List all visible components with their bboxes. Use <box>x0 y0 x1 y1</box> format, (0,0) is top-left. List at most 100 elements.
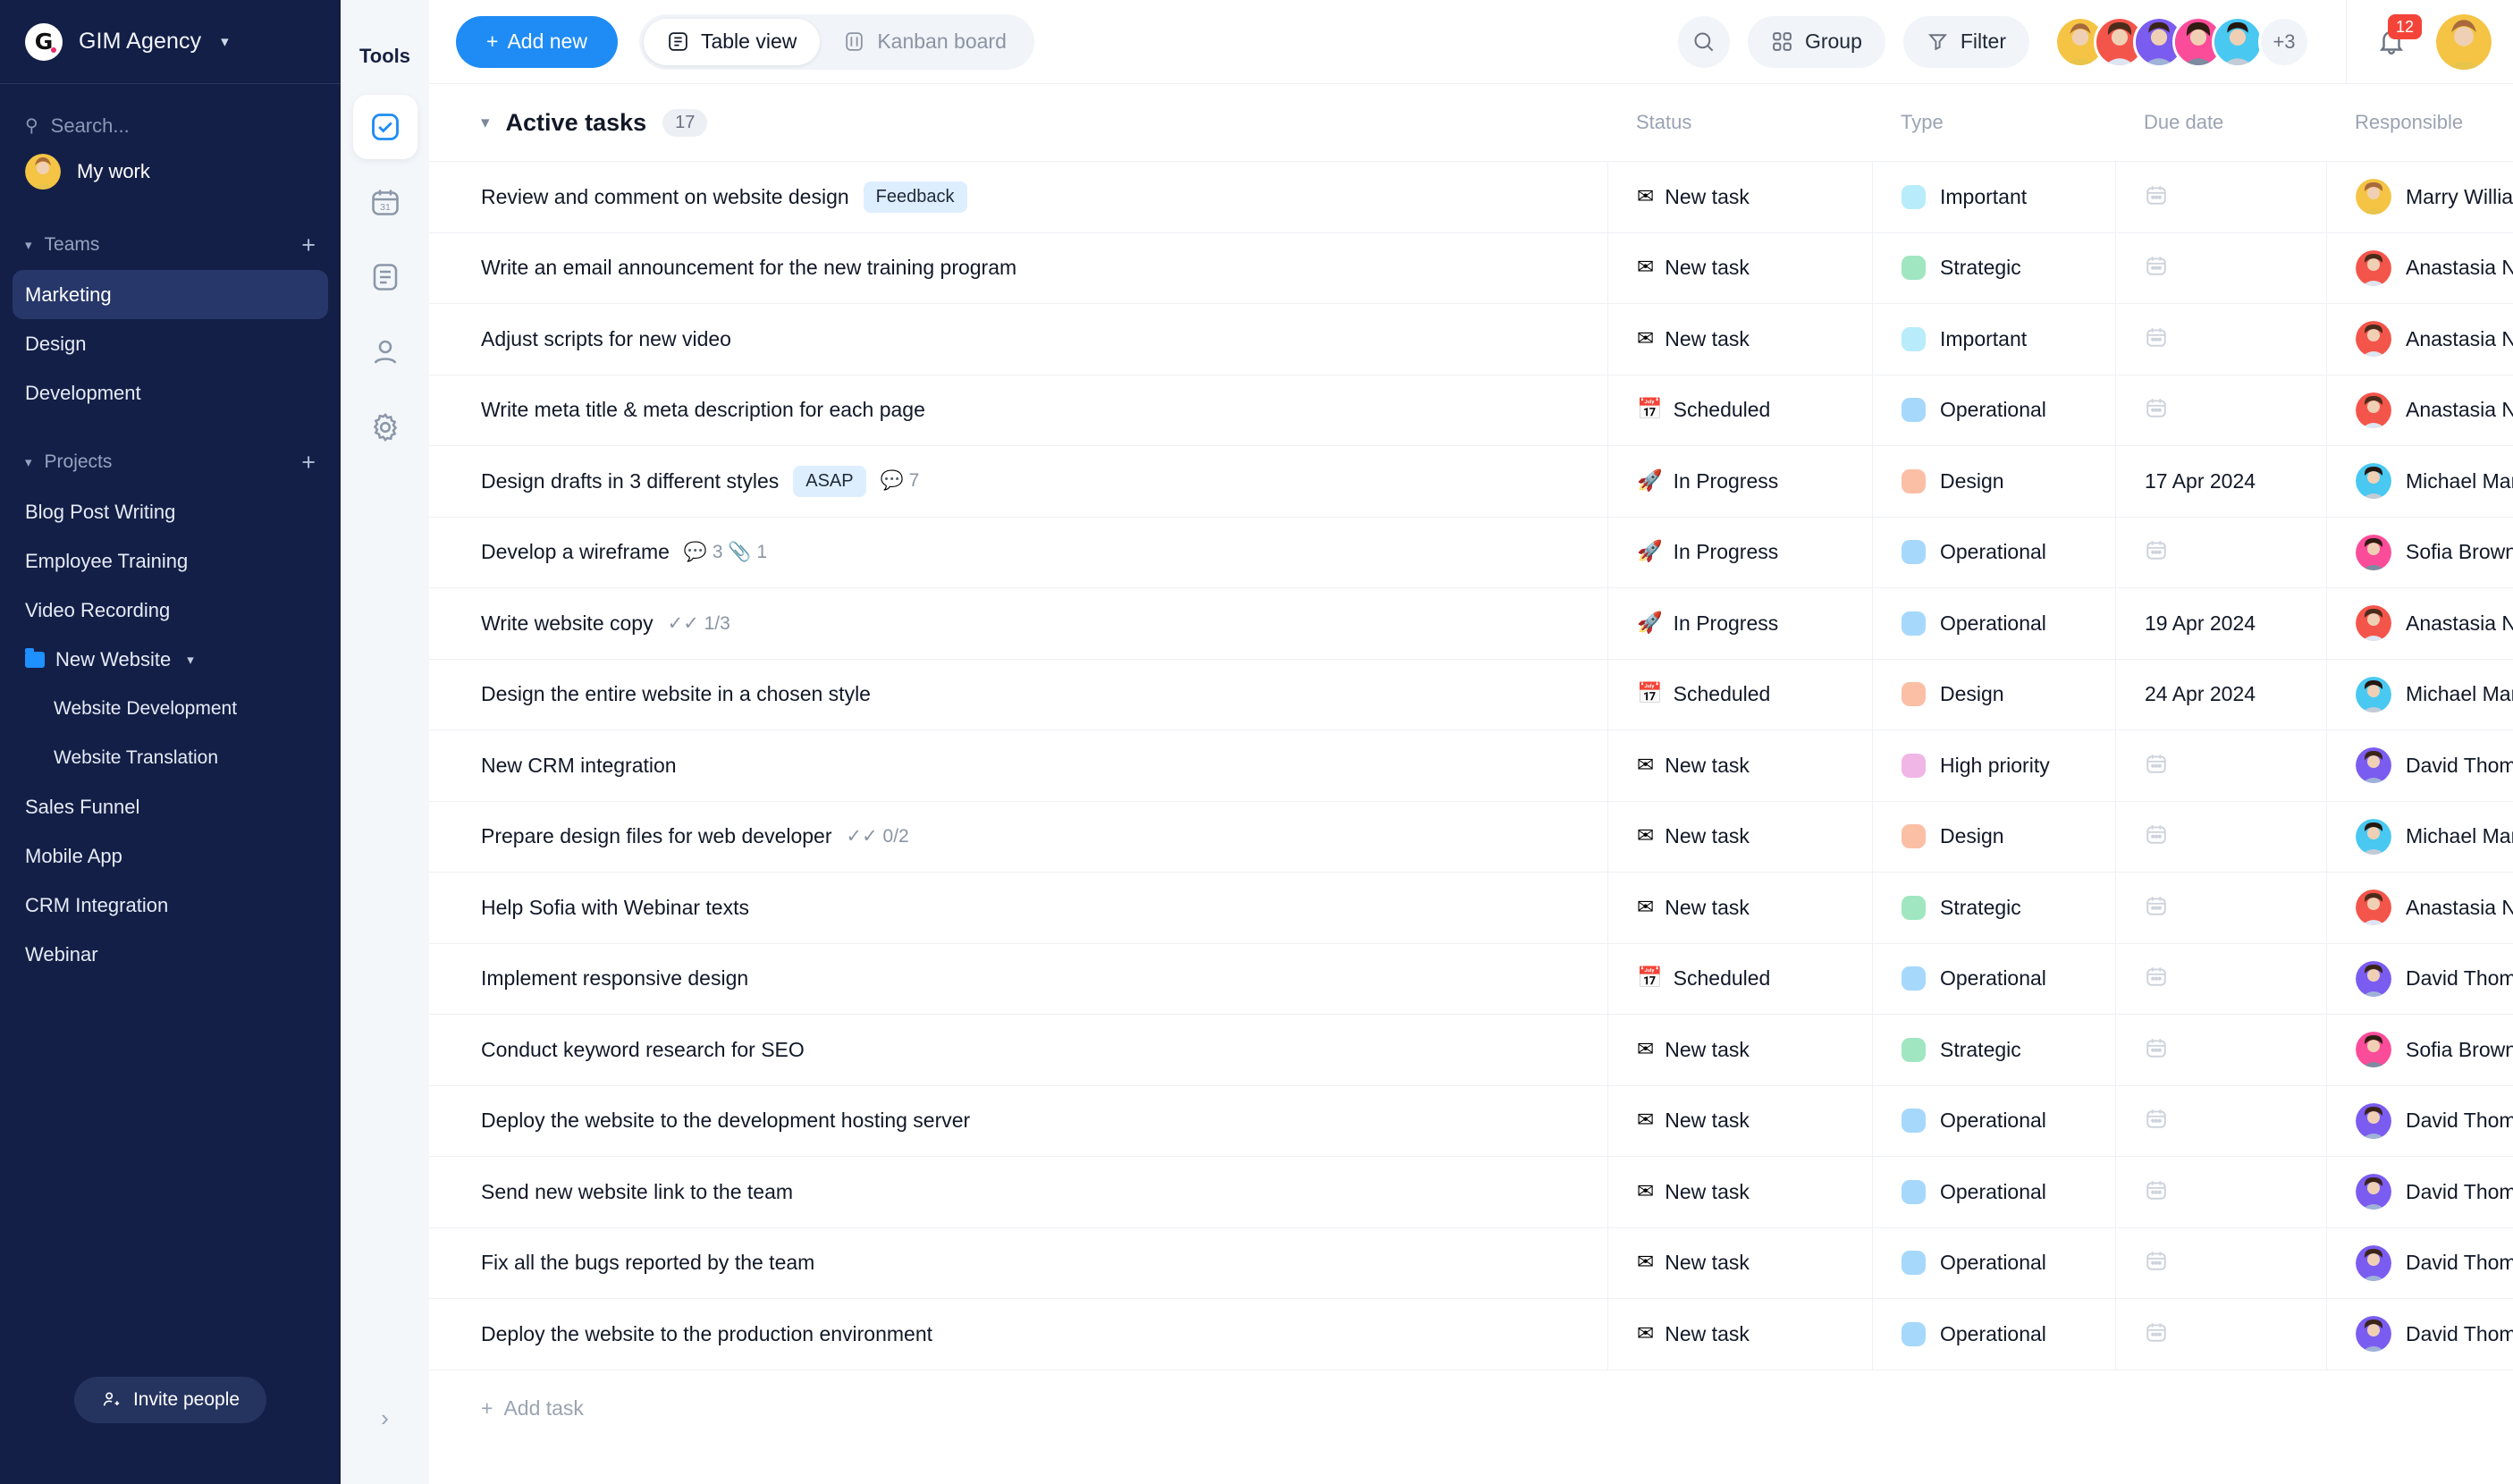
cell-due-date[interactable] <box>2115 1157 2326 1227</box>
cell-task[interactable]: Design drafts in 3 different styles ASAP 💬… <box>429 465 1607 497</box>
cell-type[interactable]: Operational <box>1872 1299 2115 1370</box>
cell-responsible[interactable]: Anastasia Novak <box>2326 873 2513 943</box>
sidebar-search[interactable]: ⚲ Search... <box>0 84 341 141</box>
sidebar-item-my-work[interactable]: My work <box>0 143 341 200</box>
cell-type[interactable]: High priority <box>1872 730 2115 801</box>
cell-responsible[interactable]: David Thomas <box>2326 730 2513 801</box>
filter-button[interactable]: Filter <box>1902 15 2029 68</box>
sidebar-item-employee-training[interactable]: Employee Training <box>13 536 328 586</box>
sidebar-item-marketing[interactable]: Marketing <box>13 270 328 319</box>
cell-responsible[interactable]: David Thomas <box>2326 1227 2513 1298</box>
cell-responsible[interactable]: Sofia Brown <box>2326 1015 2513 1085</box>
notifications-button[interactable]: 12 <box>2365 13 2422 57</box>
sidebar-item-crm-integration[interactable]: CRM Integration <box>13 881 328 930</box>
column-header-type[interactable]: Type <box>1872 84 2115 161</box>
cell-due-date[interactable] <box>2115 730 2326 801</box>
due-date-empty[interactable] <box>2145 1036 2168 1064</box>
due-date-empty[interactable] <box>2145 1178 2168 1206</box>
cell-task[interactable]: Deploy the website to the production env… <box>429 1322 1607 1346</box>
cell-responsible[interactable]: Anastasia Novak <box>2326 232 2513 303</box>
cell-type[interactable]: Design <box>1872 801 2115 872</box>
avatars-overflow[interactable]: +3 <box>2258 15 2310 68</box>
tool-settings[interactable] <box>353 395 417 460</box>
cell-status[interactable]: ✉ New task <box>1607 1157 1872 1227</box>
cell-task[interactable]: Send new website link to the team <box>429 1180 1607 1204</box>
cell-status[interactable]: 🚀 In Progress <box>1607 588 1872 659</box>
table-row[interactable]: Adjust scripts for new video ✉ New task Imp… <box>429 303 2513 375</box>
add-project-button[interactable]: + <box>301 450 316 475</box>
table-row[interactable]: Fix all the bugs reported by the team ✉ Ne… <box>429 1227 2513 1298</box>
tab-kanban-board[interactable]: Kanban board <box>820 19 1030 65</box>
table-row[interactable]: Help Sofia with Webinar texts ✉ New task St… <box>429 872 2513 943</box>
cell-task[interactable]: Deploy the website to the development ho… <box>429 1109 1607 1133</box>
cell-due-date[interactable] <box>2115 801 2326 872</box>
sidebar-item-sales-funnel[interactable]: Sales Funnel <box>13 782 328 831</box>
table-row[interactable]: Design drafts in 3 different styles ASAP 💬… <box>429 445 2513 517</box>
tool-tasks[interactable] <box>352 95 417 159</box>
cell-type[interactable]: Operational <box>1872 1157 2115 1227</box>
due-date-empty[interactable] <box>2145 254 2168 282</box>
table-row[interactable]: Review and comment on website design Feed… <box>429 161 2513 232</box>
due-date-empty[interactable] <box>2145 1249 2168 1277</box>
cell-responsible[interactable]: David Thomas <box>2326 1299 2513 1370</box>
cell-type[interactable]: Operational <box>1872 588 2115 659</box>
member-avatars[interactable]: +3 <box>2054 15 2310 68</box>
cell-responsible[interactable]: Michael Martinez <box>2326 446 2513 517</box>
cell-responsible[interactable]: Sofia Brown <box>2326 517 2513 587</box>
due-date-empty[interactable] <box>2145 396 2168 424</box>
tool-notes[interactable] <box>353 245 417 309</box>
cell-type[interactable]: Operational <box>1872 1085 2115 1156</box>
cell-task[interactable]: Prepare design files for web developer ✓✓… <box>429 824 1607 848</box>
due-date-empty[interactable] <box>2145 325 2168 353</box>
cell-task[interactable]: Write meta title & meta description for … <box>429 398 1607 422</box>
column-header-responsible[interactable]: Responsible <box>2326 84 2513 161</box>
cell-status[interactable]: ✉ New task <box>1607 1015 1872 1085</box>
cell-due-date[interactable]: 17 Apr 2024 <box>2115 446 2326 517</box>
tool-contacts[interactable] <box>353 320 417 384</box>
cell-type[interactable]: Strategic <box>1872 1015 2115 1085</box>
cell-status[interactable]: ✉ New task <box>1607 873 1872 943</box>
table-row[interactable]: Implement responsive design 📅 Scheduled Ope… <box>429 942 2513 1014</box>
cell-status[interactable]: 🚀 In Progress <box>1607 517 1872 587</box>
cell-status[interactable]: 📅 Scheduled <box>1607 375 1872 445</box>
sidebar-section-teams[interactable]: ▾ Teams + <box>0 220 341 270</box>
cell-responsible[interactable]: Michael Martinez <box>2326 801 2513 872</box>
cell-type[interactable]: Important <box>1872 162 2115 232</box>
cell-status[interactable]: 📅 Scheduled <box>1607 659 1872 729</box>
cell-due-date[interactable] <box>2115 162 2326 232</box>
due-date-empty[interactable] <box>2145 894 2168 922</box>
chevron-down-icon[interactable]: ▾ <box>481 113 490 133</box>
sidebar-item-mobile-app[interactable]: Mobile App <box>13 831 328 881</box>
cell-task[interactable]: Help Sofia with Webinar texts <box>429 896 1607 920</box>
cell-type[interactable]: Design <box>1872 659 2115 729</box>
search-button[interactable] <box>1677 15 1730 68</box>
cell-task[interactable]: New CRM integration <box>429 754 1607 778</box>
due-date-empty[interactable] <box>2145 965 2168 992</box>
cell-due-date[interactable] <box>2115 304 2326 375</box>
cell-task[interactable]: Design the entire website in a chosen st… <box>429 682 1607 706</box>
due-date-empty[interactable] <box>2145 1320 2168 1348</box>
cell-responsible[interactable]: Anastasia Novak <box>2326 304 2513 375</box>
table-row[interactable]: Develop a wireframe 💬 3 📎 1 🚀 In Progress Op… <box>429 516 2513 587</box>
cell-due-date[interactable]: 19 Apr 2024 <box>2115 588 2326 659</box>
cell-responsible[interactable]: David Thomas <box>2326 1157 2513 1227</box>
cell-due-date[interactable] <box>2115 873 2326 943</box>
due-date-empty[interactable] <box>2145 752 2168 780</box>
cell-task[interactable]: Fix all the bugs reported by the team <box>429 1251 1607 1275</box>
cell-due-date[interactable] <box>2115 1085 2326 1156</box>
profile-avatar[interactable] <box>2436 13 2492 70</box>
cell-task[interactable]: Conduct keyword research for SEO <box>429 1038 1607 1062</box>
cell-responsible[interactable]: David Thomas <box>2326 943 2513 1014</box>
cell-status[interactable]: ✉ New task <box>1607 1085 1872 1156</box>
cell-task[interactable]: Review and comment on website design Feed… <box>429 181 1607 213</box>
cell-due-date[interactable] <box>2115 1299 2326 1370</box>
group-header[interactable]: ▾ Active tasks 17 <box>429 108 1607 137</box>
add-new-button[interactable]: + Add new <box>456 15 618 68</box>
group-button[interactable]: Group <box>1747 15 1885 68</box>
cell-status[interactable]: ✉ New task <box>1607 304 1872 375</box>
column-header-status[interactable]: Status <box>1607 84 1872 161</box>
tool-calendar[interactable]: 31 <box>353 170 417 234</box>
table-row[interactable]: New CRM integration ✉ New task High priorit… <box>429 729 2513 801</box>
sidebar-item-website-translation[interactable]: Website Translation <box>13 733 328 782</box>
due-date-empty[interactable] <box>2145 183 2168 211</box>
